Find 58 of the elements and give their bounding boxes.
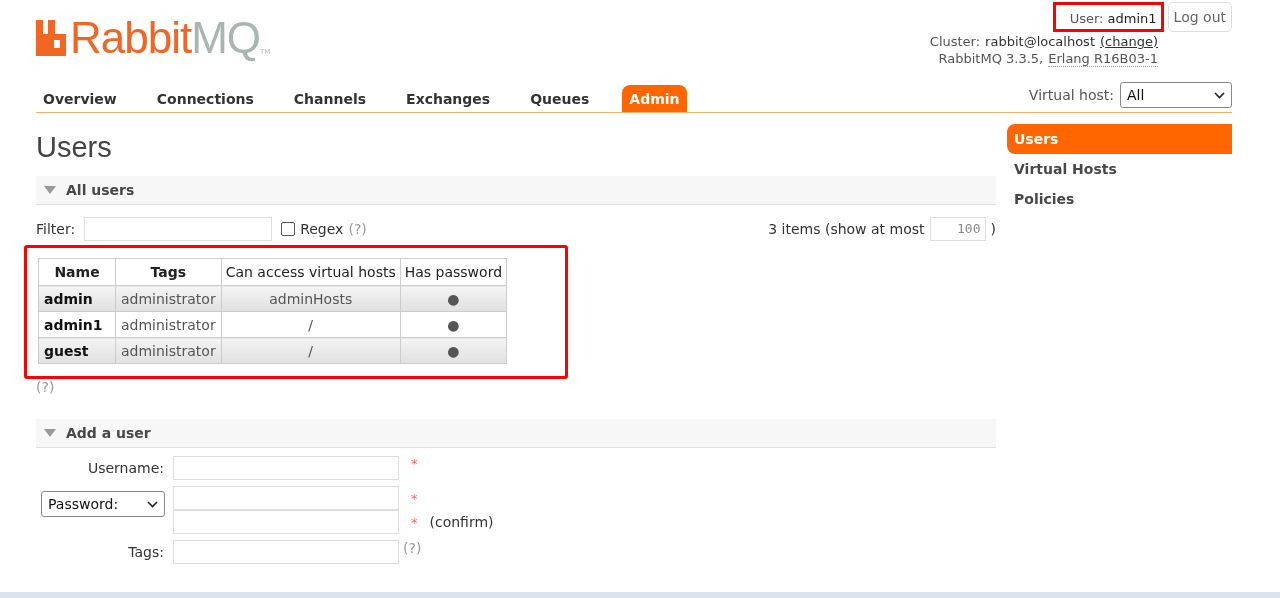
table-cell: ● xyxy=(400,285,507,312)
table-cell[interactable]: guest xyxy=(38,337,116,364)
required-mark: * xyxy=(411,490,418,506)
nav-tab[interactable]: Exchanges xyxy=(399,85,498,112)
table-cell: administrator xyxy=(115,311,222,338)
table-cell: administrator xyxy=(115,337,222,364)
table-cell: / xyxy=(221,337,401,364)
username-field[interactable] xyxy=(173,456,399,480)
column-header: Tags xyxy=(115,258,222,286)
column-header: Can access virtual hosts xyxy=(221,258,401,286)
nav-tab[interactable]: Channels xyxy=(286,85,374,112)
filter-field[interactable] xyxy=(84,217,273,241)
erlang-version: Erlang R16B03-1 xyxy=(1048,51,1158,67)
password-field[interactable] xyxy=(173,486,399,510)
nav-tab[interactable]: Overview xyxy=(36,85,124,112)
max-items-field[interactable]: 100 xyxy=(929,217,986,241)
confirm-label: (confirm) xyxy=(429,514,494,530)
page-title: Users xyxy=(36,131,113,164)
virtual-host-label: Virtual host: xyxy=(1028,87,1114,103)
items-count: 3 items (show at most xyxy=(768,221,925,237)
chevron-down-icon xyxy=(147,500,158,508)
user-label: User: admin1 xyxy=(1052,2,1164,32)
logout-button[interactable]: Log out xyxy=(1167,2,1232,32)
change-link[interactable]: (change) xyxy=(1100,34,1158,49)
nav-tab[interactable]: Connections xyxy=(149,85,261,112)
regex-checkbox[interactable] xyxy=(281,222,296,236)
regex-label: Regex xyxy=(300,221,344,237)
table-cell: adminHosts xyxy=(221,285,401,312)
cluster-label: Cluster: xyxy=(929,34,981,49)
chevron-down-icon xyxy=(1214,91,1225,99)
tags-label: Tags: xyxy=(128,544,164,560)
table-cell: / xyxy=(221,311,401,338)
collapse-triangle-icon xyxy=(44,429,56,437)
collapse-triangle-icon xyxy=(44,186,56,194)
nav-tab[interactable]: Queues xyxy=(523,85,597,112)
table-cell[interactable]: admin1 xyxy=(38,311,116,338)
table-cell: ● xyxy=(400,311,507,338)
section-header[interactable]: All users xyxy=(36,176,996,205)
table-cell: ● xyxy=(400,337,507,364)
filter-label: Filter: xyxy=(36,221,76,237)
required-mark: * xyxy=(411,514,418,530)
column-header: Has password xyxy=(400,258,507,286)
sidebar-item[interactable]: Virtual Hosts xyxy=(1007,154,1232,184)
sidebar-item[interactable]: Policies xyxy=(1007,184,1232,214)
username-label: Username: xyxy=(87,460,164,476)
table-cell: administrator xyxy=(115,285,222,312)
logo-icon xyxy=(36,20,66,56)
section-header[interactable]: Add a user xyxy=(36,419,996,448)
virtual-host-select[interactable]: All xyxy=(1120,82,1232,108)
required-mark: * xyxy=(411,456,418,471)
confirm-password-field[interactable] xyxy=(173,510,399,534)
column-header: Name xyxy=(38,258,116,286)
cluster-name: rabbit@localhost xyxy=(985,34,1095,49)
table-cell[interactable]: admin xyxy=(38,285,116,312)
version-text: RabbitMQ 3.3.5, xyxy=(938,51,1044,67)
password-select[interactable]: Password: xyxy=(41,491,165,517)
paren-text: ) xyxy=(990,221,996,237)
tags-field[interactable] xyxy=(173,540,399,564)
